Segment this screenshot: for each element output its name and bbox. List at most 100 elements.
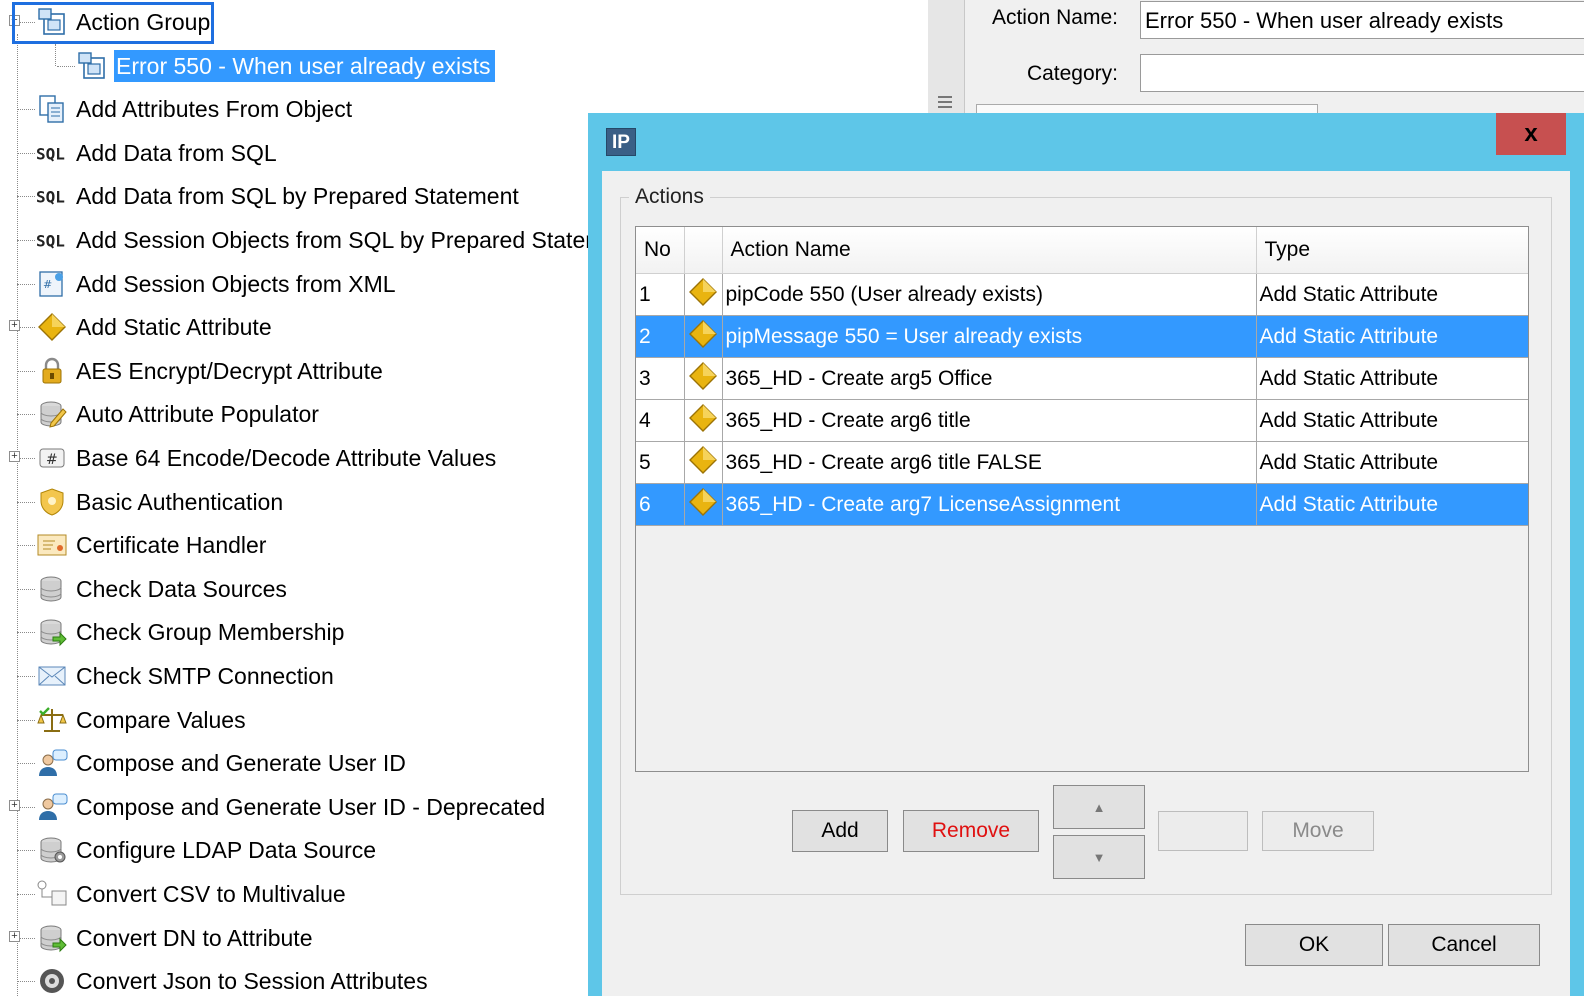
category-field[interactable] xyxy=(1140,54,1584,92)
cell-action-name: 365_HD - Create arg7 LicenseAssignment xyxy=(722,483,1257,526)
cell-type: Add Static Attribute xyxy=(1256,441,1528,484)
diamond-icon xyxy=(36,311,68,343)
tree-item-label: Check Group Membership xyxy=(76,619,345,646)
shield-icon xyxy=(36,486,68,518)
tree-item[interactable]: Check SMTP Connection xyxy=(17,658,338,694)
close-button[interactable]: x xyxy=(1496,113,1566,155)
tree-connector xyxy=(17,676,35,677)
tree-item[interactable]: + Convert DN to Attribute xyxy=(9,920,317,956)
lock-icon xyxy=(36,355,68,387)
svg-text:SQL: SQL xyxy=(36,232,65,251)
tree-connector xyxy=(55,44,56,66)
table-row[interactable]: 6 365_HD - Create arg7 LicenseAssignment A… xyxy=(636,483,1528,526)
action-name-field[interactable]: Error 550 - When user already exists xyxy=(1140,1,1584,39)
tree-connector xyxy=(17,719,35,721)
column-header-icon[interactable] xyxy=(684,227,723,274)
tree-item[interactable]: Convert CSV to Multivalue xyxy=(17,876,350,912)
sql-icon: SQL xyxy=(36,180,68,212)
tree-item[interactable]: + Add Static Attribute xyxy=(9,309,276,345)
database-arrow-icon xyxy=(36,616,68,648)
tree-item[interactable]: Auto Attribute Populator xyxy=(17,396,323,432)
category-label: Category: xyxy=(1026,62,1118,85)
tree-item[interactable]: Add Attributes From Object xyxy=(17,91,356,127)
cell-type: Add Static Attribute xyxy=(1256,273,1528,316)
cell-type: Add Static Attribute xyxy=(1256,483,1528,526)
tree-item[interactable]: Check Group Membership xyxy=(17,614,348,650)
table-row[interactable]: 5 365_HD - Create arg6 title FALSE Add Sta… xyxy=(636,441,1528,484)
tree-item[interactable]: Error 550 - When user already exists xyxy=(57,48,495,84)
tree-connector xyxy=(17,763,35,765)
cell-type: Add Static Attribute xyxy=(1256,315,1528,358)
tree-item[interactable]: SQL Add Data from SQL xyxy=(17,135,281,171)
tree-item[interactable]: AES Encrypt/Decrypt Attribute xyxy=(17,353,387,389)
actions-table: No Action Name Type 1 pipCode 550 (User a… xyxy=(635,226,1529,772)
cell-no: 2 xyxy=(636,315,685,358)
expand-toggle-icon[interactable]: + xyxy=(9,930,20,942)
tree-item-label: Add Session Objects from SQL by Prepared… xyxy=(76,227,600,253)
cell-no: 5 xyxy=(636,441,685,484)
tree-item[interactable]: Compare Values xyxy=(17,702,250,738)
user-icon xyxy=(36,791,68,823)
expand-toggle-icon[interactable]: + xyxy=(9,320,20,332)
tree-item[interactable]: Check Data Sources xyxy=(17,571,291,607)
move-down-button[interactable]: ▼ xyxy=(1053,835,1145,879)
position-field[interactable] xyxy=(1158,811,1248,851)
action-group-icon xyxy=(76,50,108,82)
certificate-icon xyxy=(36,529,68,561)
database-icon xyxy=(36,573,68,605)
tree-item-label: Compare Values xyxy=(76,706,246,733)
table-row[interactable]: 3 365_HD - Create arg5 Office Add Static A… xyxy=(636,357,1528,400)
column-header-no[interactable]: No xyxy=(636,227,685,274)
cancel-button[interactable]: Cancel xyxy=(1388,924,1540,966)
tree-connector xyxy=(57,65,75,67)
ok-button[interactable]: OK xyxy=(1245,924,1383,966)
tree-item-label: Add Static Attribute xyxy=(76,314,272,341)
tree-item[interactable]: + Compose and Generate User ID - Deprecat… xyxy=(9,789,549,825)
table-header: No Action Name Type xyxy=(636,227,1528,274)
tree-item[interactable]: Certificate Handler xyxy=(17,527,270,563)
add-button[interactable]: Add xyxy=(792,810,888,852)
tree-connector xyxy=(17,370,35,372)
tree-connector xyxy=(17,894,35,895)
tree-item[interactable]: Convert Json to Session Attributes xyxy=(17,963,432,996)
tree-item-label: Certificate Handler xyxy=(76,532,267,559)
table-row[interactable]: 2 pipMessage 550 = User already exists Add… xyxy=(636,315,1528,358)
column-header-type[interactable]: Type xyxy=(1256,227,1528,274)
column-header-action-name[interactable]: Action Name xyxy=(722,227,1257,274)
table-row[interactable]: 1 pipCode 550 (User already exists) Add St… xyxy=(636,273,1528,316)
action-tree: + Action Group Error 550 - When user alrea… xyxy=(0,0,600,996)
csv-convert-icon xyxy=(36,878,68,910)
remove-button[interactable]: Remove xyxy=(903,810,1039,852)
diamond-icon xyxy=(684,441,723,484)
hash-icon: # xyxy=(36,442,68,474)
move-button[interactable]: Move xyxy=(1262,811,1374,851)
cell-type: Add Static Attribute xyxy=(1256,357,1528,400)
expand-toggle-icon[interactable]: + xyxy=(9,451,20,462)
tree-item-label: Basic Authentication xyxy=(76,488,284,515)
expand-toggle-icon[interactable]: + xyxy=(9,799,20,811)
table-row[interactable]: 4 365_HD - Create arg6 title Add Static At… xyxy=(636,399,1528,442)
tree-item[interactable]: # Add Session Objects from XML xyxy=(17,266,400,302)
dialog-titlebar[interactable]: IP x xyxy=(588,113,1584,171)
tree-item-label: Convert CSV to Multivalue xyxy=(76,881,346,907)
tree-item-label: Auto Attribute Populator xyxy=(76,401,319,428)
tree-item-label: Base 64 Encode/Decode Attribute Values xyxy=(76,445,497,471)
tree-item[interactable]: + # Base 64 Encode/Decode Attribute Values xyxy=(9,440,500,476)
tree-item[interactable]: Compose and Generate User ID xyxy=(17,745,410,781)
tree-item[interactable]: Basic Authentication xyxy=(17,484,287,520)
action-properties-panel: Action Name: Error 550 - When user alrea… xyxy=(928,0,1584,121)
tree-item[interactable]: Configure LDAP Data Source xyxy=(17,832,380,868)
database-gear-icon xyxy=(36,834,68,866)
dialog-body: Actions No Action Name Type 1 pipCode 550… xyxy=(602,171,1570,996)
sql-icon: SQL xyxy=(36,224,68,256)
tree-item[interactable]: SQL Add Data from SQL by Prepared Stateme… xyxy=(17,178,523,214)
tree-connector xyxy=(17,501,35,503)
sql-icon: SQL xyxy=(36,137,68,169)
splitter[interactable] xyxy=(928,0,965,120)
cell-action-name: pipCode 550 (User already exists) xyxy=(722,273,1257,316)
tree-item-label: Add Data from SQL by Prepared Statement xyxy=(76,183,519,210)
grip-icon xyxy=(938,96,952,98)
move-up-button[interactable]: ▲ xyxy=(1053,785,1145,829)
tree-item-label: Configure LDAP Data Source xyxy=(76,837,377,864)
tree-item[interactable]: SQL Add Session Objects from SQL by Prepa… xyxy=(17,222,600,258)
